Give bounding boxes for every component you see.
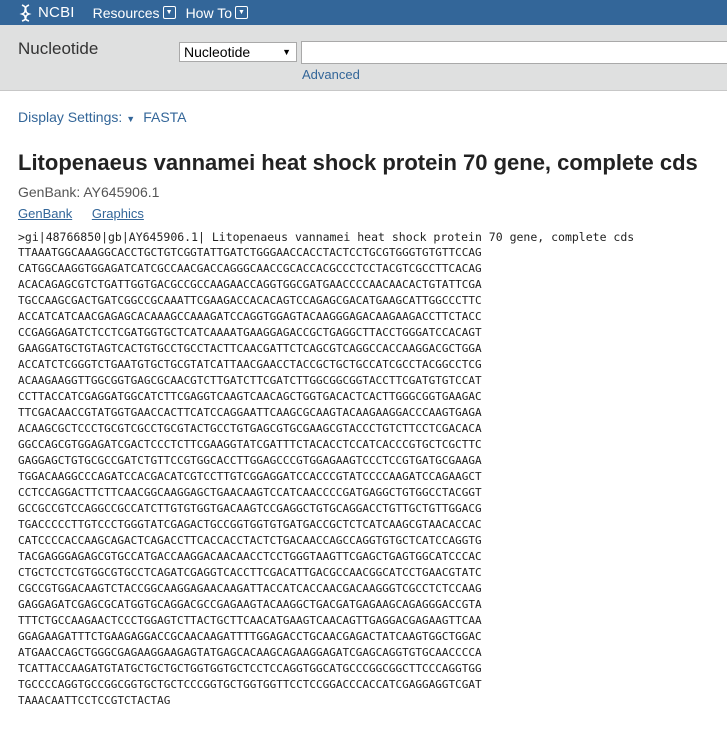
sequence-line: ACAAGCGCTCCCTGCGTCGCCTGCGTACTGCCTGTGAGCG… [18, 422, 482, 435]
sequence-line: GAAGGATGCTGTAGTCACTGTGCCTGCCTACTTCAACGAT… [18, 342, 482, 355]
sequence-line: CATCCCCACCAAGCAGACTCAGACCTTCACCACCTACTCT… [18, 534, 482, 547]
ncbi-logo[interactable]: NCBI [18, 3, 75, 22]
sequence-line: ACCATCATCAACGAGAGCACAAAGCCAAAGATCCAGGTGG… [18, 310, 482, 323]
how-to-menu-label: How To [185, 4, 232, 21]
sequence-line: TCATTACCAAGATGTATGCTGCTGCTGGTGGTGCTCCTCC… [18, 662, 482, 675]
sequence-line: CCTTACCATCGAGGATGGCATCTTCGAGGTCAAGTCAACA… [18, 390, 482, 403]
sequence-line: ACCATCTCGGGTCTGAATGTGCTGCGTATCATTAACGAAC… [18, 358, 482, 371]
sequence-line: CGCCGTGGACAAGTCTACCGGCAAGGAGAACAAGATTACC… [18, 582, 482, 595]
chevron-down-icon: ▼ [162, 6, 176, 19]
display-settings[interactable]: Display Settings: ▼ FASTA [18, 109, 187, 125]
sequence-line: TTAAATGGCAAAGGCACCTGCTGTCGGTATTGATCTGGGA… [18, 246, 482, 259]
caret-down-icon: ▼ [126, 114, 136, 124]
sequence-line: CTGCTCCTCGTGGCGTGCCTCAGATCGAGGTCACCTTCGA… [18, 566, 482, 579]
sequence-line: TGCCAAGCGACTGATCGGCCGCAAATTCGAAGACCACACA… [18, 294, 482, 307]
sequence-line: ACACAGAGCGTCTGATTGGTGACGCCGCCAAGAACCAGGT… [18, 278, 482, 291]
sequence-line: GAGGAGATCGAGCGCATGGTGCAGGACGCCGAGAAGTACA… [18, 598, 482, 611]
search-input[interactable] [301, 41, 727, 64]
accession-line: GenBank: AY645906.1 [18, 184, 160, 200]
sequence-line: GGAGAAGATTTCTGAAGAGGACCGCAACAAGATTTTGGAG… [18, 630, 482, 643]
sequence-line: GGCCAGCGTGGAGATCGACTCCCTCTTCGAAGGTATCGAT… [18, 438, 482, 451]
record-title: Litopenaeus vannamei heat shock protein … [18, 150, 698, 175]
ncbi-top-bar: NCBI Resources ▼ How To ▼ [0, 0, 727, 25]
database-select[interactable]: Nucleotide ▼ [179, 42, 297, 62]
select-arrow-icon: ▼ [282, 47, 291, 57]
fasta-defline: >gi|48766850|gb|AY645906.1| Litopenaeus … [18, 230, 635, 244]
ncbi-logo-icon [19, 3, 32, 22]
sequence-line: CCTCCAGGACTTCTTCAACGGCAAGGAGCTGAACAAGTCC… [18, 486, 482, 499]
sequence-line: ACAAGAAGGTTGGCGGTGAGCGCAACGTCTTGATCTTCGA… [18, 374, 482, 387]
sequence-line: TACGAGGGAGAGCGTGCCATGACCAAGGACAACAACCTCC… [18, 550, 482, 563]
ncbi-logo-text: NCBI [38, 4, 75, 21]
sequence-line: TGCCCCAGGTGCCGGCGGTGCTGCTCCCGGTGCTGGTGGT… [18, 678, 482, 691]
display-settings-label: Display Settings: [18, 109, 123, 125]
search-bar: Nucleotide Nucleotide ▼ Advanced [0, 25, 727, 91]
chevron-down-icon: ▼ [235, 6, 248, 19]
advanced-search-link[interactable]: Advanced [302, 67, 360, 82]
sequence-line: TGACCCCCTTGTCCCTGGGTATCGAGACTGCCGGTGGTGT… [18, 518, 482, 531]
database-select-value: Nucleotide [184, 44, 251, 60]
database-title: Nucleotide [18, 39, 99, 58]
graphics-link[interactable]: Graphics [92, 206, 144, 221]
how-to-menu[interactable]: How To ▼ [186, 5, 248, 21]
sequence-line: CATGGCAAGGTGGAGATCATCGCCAACGACCAGGGCAACC… [18, 262, 482, 275]
sequence-line: CCGAGGAGATCTCCTCGATGGTGCTCATCAAAATGAAGGA… [18, 326, 482, 339]
sequence-line: TTCGACAACCGTATGGTGAACCACTTCATCCAGGAATTCA… [18, 406, 482, 419]
resources-menu-label: Resources [92, 4, 160, 21]
sequence-line: TAAACAATTCCTCCGTCTACTAG [18, 694, 171, 707]
sequence-line: TGGACAAGGCCCAGATCCACGACATCGTCCTTGTCGGAGG… [18, 470, 482, 483]
sequence-line: GAGGAGCTGTGCGCCGATCTGTTCCGTGGCACCTTGGAGC… [18, 454, 482, 467]
sequence-line: ATGAACCAGCTGGGCGAGAAGGAAGAGTATGAGCACAAGC… [18, 646, 482, 659]
display-format: FASTA [143, 109, 187, 125]
resources-menu[interactable]: Resources ▼ [93, 5, 176, 21]
sequence-line: GCCGCCGTCCAGGCCGCCATCTTGTGTGGTGACAAGTCCG… [18, 502, 482, 515]
sequence-line: TTTCTGCCAAGAACTCCCTGGAGTCTTACTGCTTCAACAT… [18, 614, 482, 627]
fasta-sequence: >gi|48766850|gb|AY645906.1| Litopenaeus … [18, 229, 634, 709]
genbank-link[interactable]: GenBank [18, 206, 72, 221]
record-links: GenBank Graphics [18, 206, 160, 221]
